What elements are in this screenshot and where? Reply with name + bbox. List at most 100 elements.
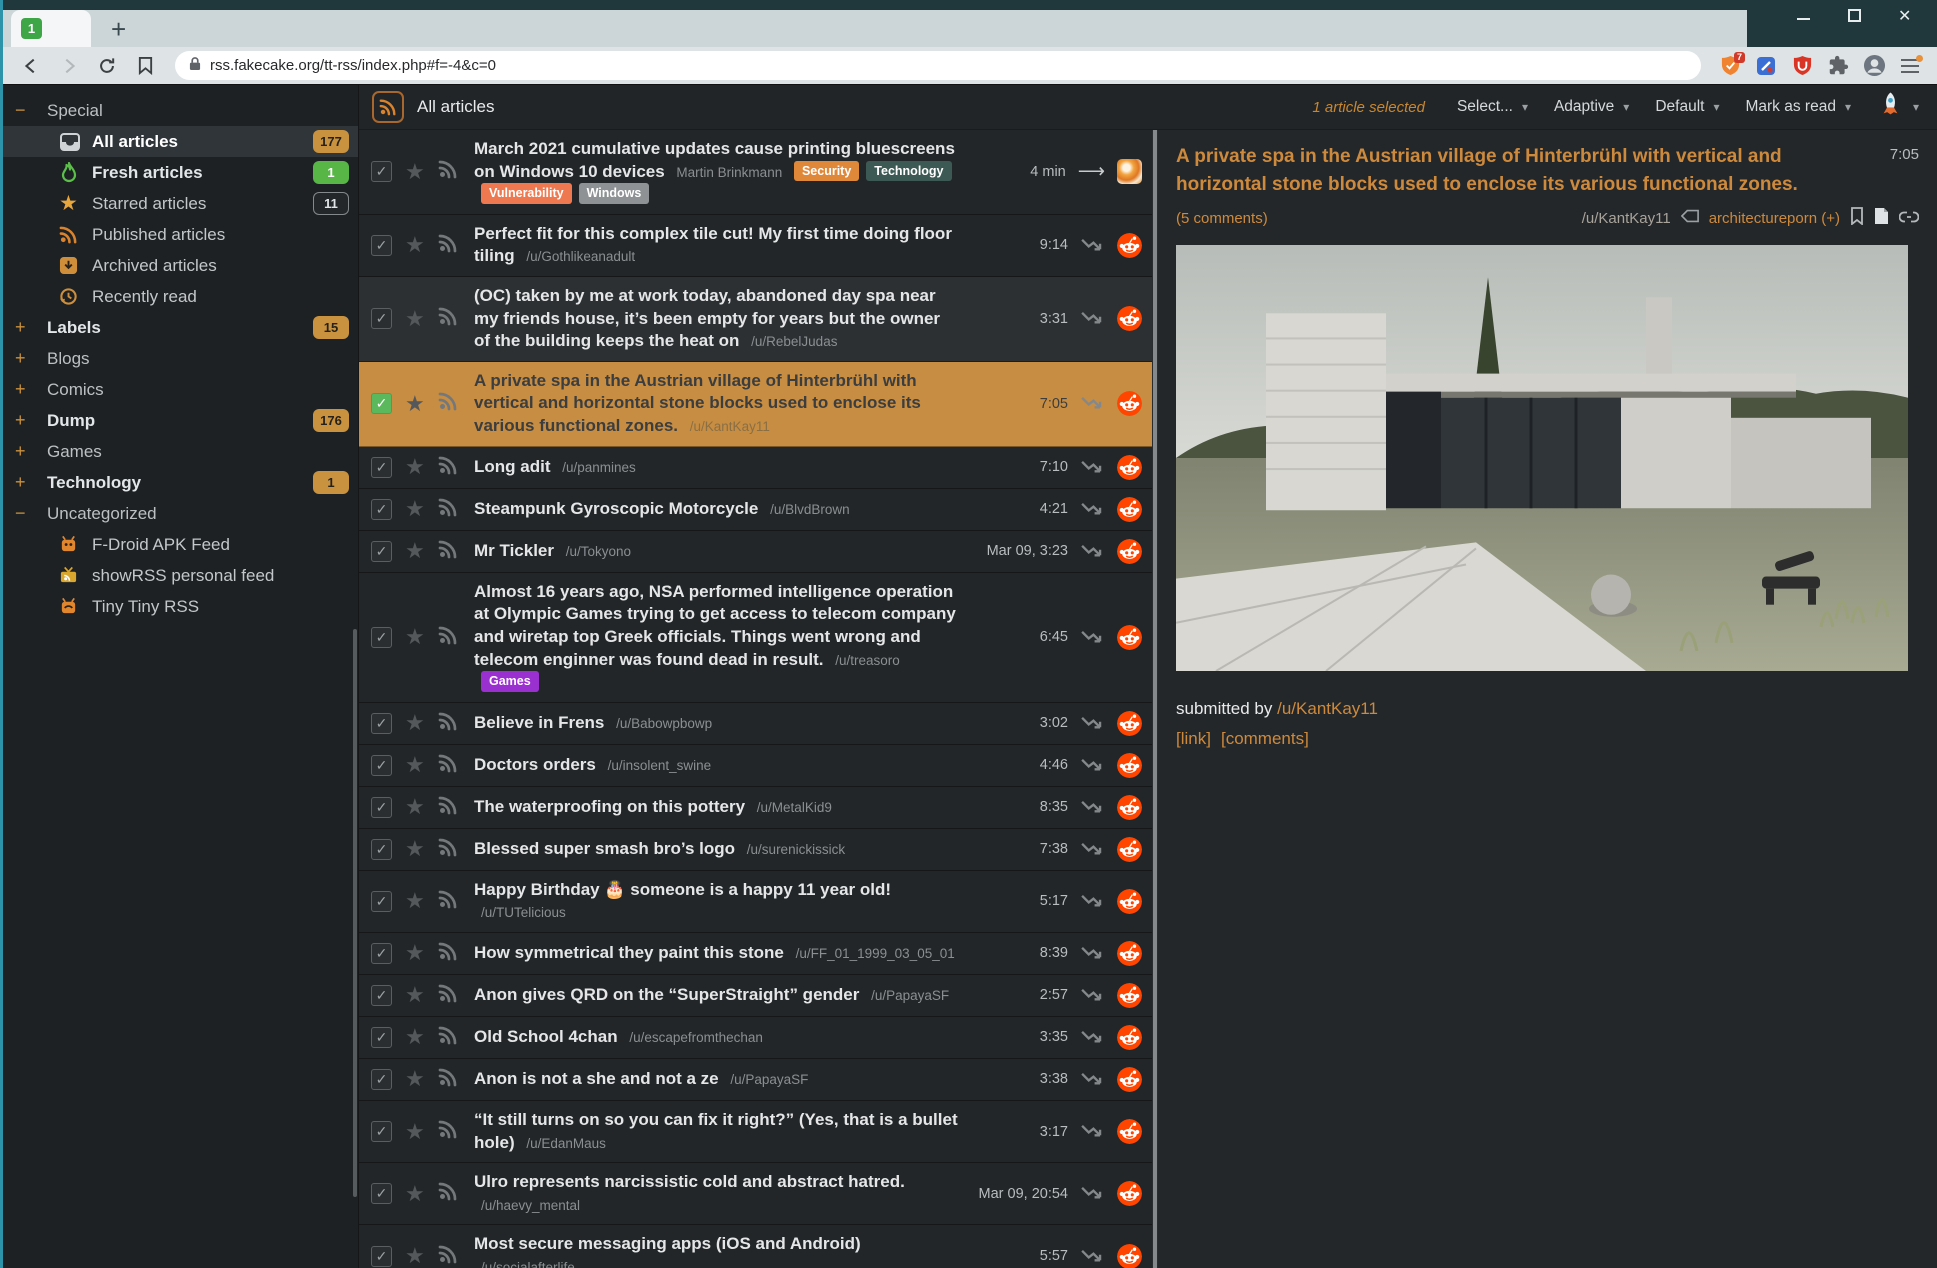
star-icon[interactable] (405, 162, 425, 182)
maximize-button[interactable] (1847, 8, 1862, 23)
article-row[interactable]: (OC) taken by me at work today, abandone… (359, 277, 1152, 362)
expander-icon[interactable]: − (15, 100, 41, 121)
star-icon[interactable] (405, 713, 425, 733)
star-icon[interactable] (405, 1027, 425, 1047)
article-checkbox[interactable] (371, 1121, 392, 1142)
star-icon[interactable] (405, 309, 425, 329)
article-row[interactable]: Perfect fit for this complex tile cut! M… (359, 215, 1152, 277)
publish-bookmark-icon[interactable] (1850, 207, 1864, 229)
article-title[interactable]: The waterproofing on this pottery (474, 797, 745, 816)
ublock-shield-icon[interactable] (1787, 51, 1817, 81)
ttrss-logo-icon[interactable] (1877, 91, 1904, 123)
article-checkbox[interactable] (371, 713, 392, 734)
sidebar-item[interactable]: Published articles (3, 219, 358, 250)
article-title[interactable]: Doctors orders (474, 755, 596, 774)
article-title[interactable]: Long adit (474, 457, 550, 476)
article-row[interactable]: Doctors orders /u/insolent_swine 4:46 (359, 745, 1152, 787)
address-bar[interactable]: rss.fakecake.org/tt-rss/index.php#f=-4&c… (175, 51, 1701, 80)
article-checkbox[interactable] (371, 457, 392, 478)
star-icon[interactable] (405, 541, 425, 561)
adblock-shield-icon[interactable]: 7 (1715, 51, 1745, 81)
article-row[interactable]: Mr Tickler /u/Tokyono Mar 09, 3:23 (359, 531, 1152, 573)
article-title[interactable]: Ulro represents narcissistic cold and ab… (474, 1172, 905, 1191)
article-tag[interactable]: Windows (579, 183, 650, 204)
article-checkbox[interactable] (371, 1246, 392, 1267)
sidebar-category[interactable]: + Comics (3, 374, 358, 405)
article-title[interactable]: Old School 4chan (474, 1027, 618, 1046)
article-title[interactable]: Blessed super smash bro’s logo (474, 839, 735, 858)
article-checkbox[interactable] (371, 1027, 392, 1048)
comments-link[interactable]: [comments] (1221, 729, 1309, 749)
expander-icon[interactable]: + (15, 441, 41, 462)
article-checkbox[interactable] (371, 797, 392, 818)
attachment-link-icon[interactable] (1899, 210, 1919, 227)
password-manager-icon[interactable] (1751, 51, 1781, 81)
submitted-author-link[interactable]: /u/KantKay11 (1277, 699, 1378, 718)
bookmark-icon[interactable] (129, 51, 161, 81)
star-icon[interactable] (405, 755, 425, 775)
article-checkbox[interactable] (371, 308, 392, 329)
article-row[interactable]: Ulro represents narcissistic cold and ab… (359, 1163, 1152, 1225)
article-row[interactable]: The waterproofing on this pottery /u/Met… (359, 787, 1152, 829)
mark-read-dropdown[interactable]: Mark as read (1745, 98, 1850, 116)
expander-icon[interactable]: + (15, 348, 41, 369)
article-checkbox[interactable] (371, 891, 392, 912)
article-checkbox[interactable] (371, 161, 392, 182)
star-icon[interactable] (405, 1246, 425, 1266)
extensions-puzzle-icon[interactable] (1823, 51, 1853, 81)
article-title[interactable]: How symmetrical they paint this stone (474, 943, 784, 962)
star-icon[interactable] (405, 499, 425, 519)
article-checkbox[interactable] (371, 985, 392, 1006)
star-icon[interactable] (405, 1069, 425, 1089)
article-title[interactable]: Anon is not a she and not a ze (474, 1069, 719, 1088)
article-pane-title[interactable]: A private spa in the Austrian village of… (1176, 143, 1890, 198)
article-title[interactable]: Steampunk Gyroscopic Motorcycle (474, 499, 758, 518)
article-tag[interactable]: Games (481, 671, 539, 692)
article-row[interactable]: Long adit /u/panmines 7:10 (359, 447, 1152, 489)
sidebar-category[interactable]: + Technology 1 (3, 467, 358, 498)
article-checkbox[interactable] (371, 541, 392, 562)
article-tag[interactable]: Vulnerability (481, 183, 572, 204)
close-button[interactable] (1898, 8, 1913, 23)
expander-icon[interactable]: + (15, 410, 41, 431)
article-checkbox[interactable] (371, 499, 392, 520)
star-icon[interactable] (405, 457, 425, 477)
sidebar-feed[interactable]: showRSS personal feed (3, 560, 358, 591)
new-tab-button[interactable]: + (111, 19, 126, 39)
article-row[interactable]: Believe in Frens /u/Babowpbowp 3:02 (359, 703, 1152, 745)
browser-tab[interactable]: 1 (11, 10, 91, 47)
star-icon[interactable] (405, 797, 425, 817)
sidebar-feed[interactable]: Tiny Tiny RSS (3, 591, 358, 622)
sidebar-category[interactable]: − Uncategorized (3, 498, 358, 529)
back-button[interactable] (15, 51, 47, 81)
sidebar-item[interactable]: All articles 177 (3, 126, 358, 157)
article-checkbox[interactable] (371, 627, 392, 648)
article-title[interactable]: (OC) taken by me at work today, abandone… (474, 286, 940, 350)
star-icon[interactable] (405, 985, 425, 1005)
article-row[interactable]: Most secure messaging apps (iOS and Andr… (359, 1225, 1152, 1268)
view-mode-dropdown[interactable]: Adaptive (1554, 98, 1629, 116)
article-title[interactable]: Happy Birthday 🎂 someone is a happy 11 y… (474, 880, 891, 899)
minimize-button[interactable] (1796, 8, 1811, 23)
article-row[interactable]: Anon gives QRD on the “SuperStraight” ge… (359, 975, 1152, 1017)
article-row[interactable]: Anon is not a she and not a ze /u/Papaya… (359, 1059, 1152, 1101)
select-dropdown[interactable]: Select... (1457, 98, 1528, 116)
article-checkbox[interactable] (371, 1069, 392, 1090)
order-dropdown[interactable]: Default (1655, 98, 1719, 116)
sidebar-item[interactable]: Archived articles (3, 250, 358, 281)
sidebar-category[interactable]: + Labels 15 (3, 312, 358, 343)
reload-button[interactable] (91, 51, 123, 81)
expander-icon[interactable]: + (15, 317, 41, 338)
article-row[interactable]: Almost 16 years ago, NSA performed intel… (359, 573, 1152, 703)
sidebar-item[interactable]: Fresh articles 1 (3, 157, 358, 188)
forward-button[interactable] (53, 51, 85, 81)
sidebar-item[interactable]: ★ Starred articles 11 (3, 188, 358, 219)
article-title[interactable]: Most secure messaging apps (iOS and Andr… (474, 1234, 861, 1253)
article-row[interactable]: Steampunk Gyroscopic Motorcycle /u/BlvdB… (359, 489, 1152, 531)
expander-icon[interactable]: + (15, 379, 41, 400)
profile-avatar-icon[interactable] (1859, 51, 1889, 81)
expander-icon[interactable]: − (15, 503, 41, 524)
star-icon[interactable] (405, 891, 425, 911)
article-row[interactable]: Old School 4chan /u/escapefromthechan 3:… (359, 1017, 1152, 1059)
star-icon[interactable] (405, 394, 425, 414)
